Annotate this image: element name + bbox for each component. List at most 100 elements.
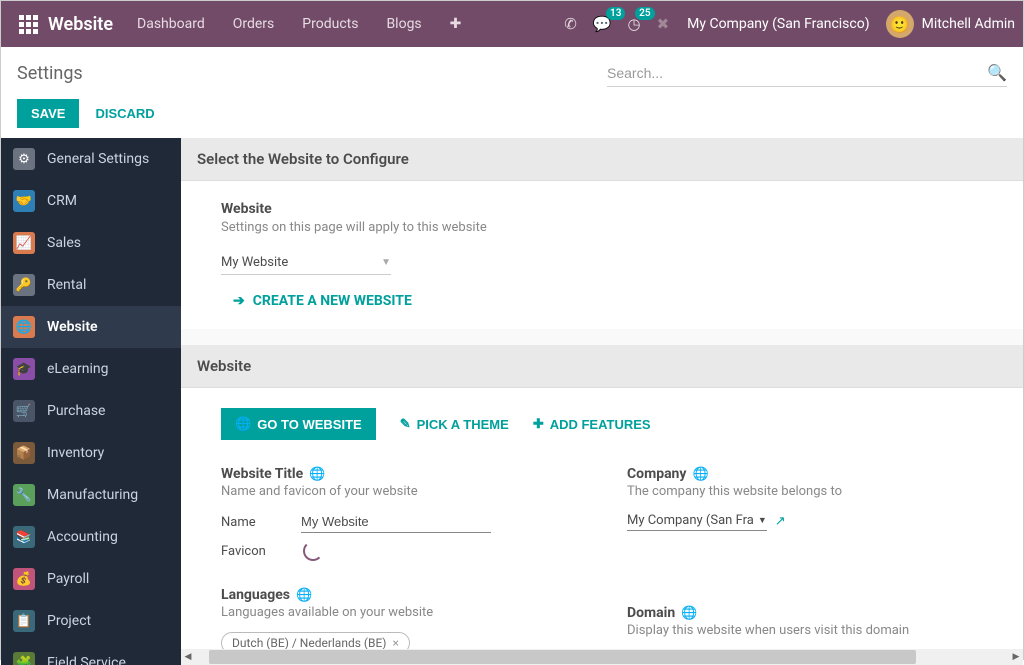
clipboard-icon: 📋 (13, 610, 35, 632)
sidebar-item-rental[interactable]: 🔑Rental (1, 264, 181, 306)
money-icon: 💰 (13, 568, 35, 590)
chevron-down-icon: ▼ (758, 515, 767, 526)
book-icon: 📚 (13, 526, 35, 548)
arrow-right-icon: ➔ (233, 293, 245, 309)
cart-icon: 🛒 (13, 400, 35, 422)
pick-theme-button[interactable]: ✎PICK A THEME (400, 416, 509, 432)
remove-icon[interactable]: × (392, 636, 398, 650)
header-row: Settings 🔍 (1, 47, 1023, 99)
website-select[interactable]: My Website ▼ (221, 251, 391, 275)
sidebar-item-inventory[interactable]: 📦Inventory (1, 432, 181, 474)
section-select-body: Website Settings on this page will apply… (181, 181, 1023, 329)
main: ⚙General Settings 🤝CRM 📈Sales 🔑Rental 🌐W… (1, 138, 1023, 665)
section-website-head: Website (181, 345, 1023, 388)
sidebar[interactable]: ⚙ General Settings 🤝CRM 📈Sales 🔑Rental 🌐W… (1, 138, 181, 665)
favicon-preview[interactable] (303, 541, 323, 561)
name-input[interactable] (301, 511, 491, 533)
nav-products[interactable]: Products (302, 16, 358, 32)
scroll-thumb[interactable] (209, 650, 916, 664)
messaging-icon[interactable]: 💬13 (593, 15, 612, 33)
domain-desc: Display this website when users visit th… (627, 623, 983, 638)
sidebar-item-elearning[interactable]: 🎓 eLearning (1, 348, 181, 390)
user-menu[interactable]: 🙂 Mitchell Admin (886, 10, 1015, 38)
add-features-button[interactable]: ✚ ADD FEATURES (533, 416, 651, 432)
tag-label: Dutch (BE) / Nederlands (BE) (232, 636, 386, 650)
search-icon[interactable]: 🔍 (987, 63, 1007, 82)
sidebar-item-fieldservice[interactable]: 🧩 Field Service (1, 642, 181, 665)
sidebar-item-accounting[interactable]: 📚Accounting (1, 516, 181, 558)
website-field-title: Website (221, 201, 983, 217)
website-title-desc: Name and favicon of your website (221, 484, 577, 499)
puzzle-icon: 🧩 (13, 652, 35, 665)
top-nav: Website Dashboard Orders Products Blogs … (1, 1, 1023, 47)
sidebar-item-website[interactable]: 🌐Website (1, 306, 181, 348)
nav-dashboard[interactable]: Dashboard (137, 16, 205, 32)
add-features-label: ADD FEATURES (550, 417, 651, 432)
nav-icons: ✆ 💬13 ◷25 ✖ (564, 15, 669, 33)
save-button[interactable]: SAVE (17, 99, 79, 128)
company-selector[interactable]: My Company (San Francisco) (687, 16, 869, 32)
sidebar-item-manufacturing[interactable]: 🔧Manufacturing (1, 474, 181, 516)
messaging-badge: 13 (606, 7, 625, 20)
side-label: Field Service (47, 655, 126, 665)
side-label: eLearning (47, 361, 108, 377)
globe-icon: 🌐 (309, 467, 325, 482)
discard-button[interactable]: DISCARD (95, 106, 154, 121)
create-website-label: CREATE A NEW WEBSITE (253, 293, 412, 309)
languages-heading: Languages🌐 (221, 587, 577, 603)
domain-heading: Domain🌐 (627, 605, 983, 621)
nav-links: Dashboard Orders Products Blogs ✚ (137, 16, 461, 32)
sidebar-item-general[interactable]: ⚙ General Settings (1, 138, 181, 180)
search-input[interactable] (607, 65, 987, 81)
sidebar-item-payroll[interactable]: 💰 Payroll (1, 558, 181, 600)
external-link-icon[interactable]: ↗ (775, 514, 786, 529)
phone-icon[interactable]: ✆ (564, 15, 577, 33)
side-label: General Settings (47, 151, 149, 167)
name-label: Name (221, 515, 301, 530)
favicon-row: Favicon (221, 541, 577, 561)
page-title: Settings (17, 63, 83, 84)
activities-badge: 25 (635, 7, 654, 20)
apps-icon[interactable] (19, 15, 38, 34)
scroll-left-icon[interactable]: ◀ (181, 652, 195, 662)
create-website-link[interactable]: ➔ CREATE A NEW WEBSITE (233, 293, 983, 309)
plus-icon[interactable]: ✚ (450, 16, 462, 32)
sidebar-item-purchase[interactable]: 🛒 Purchase (1, 390, 181, 432)
website-title-heading: Website Title🌐 (221, 466, 577, 482)
globe-icon: 🌐 (692, 467, 708, 482)
sidebar-item-crm[interactable]: 🤝CRM (1, 180, 181, 222)
side-label: CRM (47, 193, 77, 209)
languages-desc: Languages available on your website (221, 605, 577, 620)
chart-icon: 📈 (13, 232, 35, 254)
nav-orders[interactable]: Orders (233, 16, 275, 32)
sidebar-item-sales[interactable]: 📈Sales (1, 222, 181, 264)
horizontal-scrollbar[interactable]: ◀ ▶ (181, 649, 1023, 665)
side-label: Payroll (47, 571, 89, 587)
globe-icon: 🌐 (681, 606, 697, 621)
content-area[interactable]: Select the Website to Configure Website … (181, 138, 1023, 665)
activities-icon[interactable]: ◷25 (627, 15, 640, 33)
company-select[interactable]: My Company (San Fra▼ (627, 511, 767, 531)
website-select-value: My Website (221, 255, 288, 270)
brand-title[interactable]: Website (48, 14, 113, 35)
gear-icon: ⚙ (13, 148, 35, 170)
side-label: Project (47, 613, 91, 629)
website-field-desc: Settings on this page will apply to this… (221, 220, 983, 235)
left-column: Website Title🌐 Name and favicon of your … (221, 466, 577, 665)
sidebar-item-project[interactable]: 📋 Project (1, 600, 181, 642)
section-website-body: 🌐GO TO WEBSITE ✎PICK A THEME ✚ ADD FEATUR… (181, 388, 1023, 665)
side-label: Purchase (47, 403, 105, 419)
nav-blogs[interactable]: Blogs (386, 16, 421, 32)
globe-icon: 🌐 (296, 588, 312, 603)
go-to-website-button[interactable]: 🌐GO TO WEBSITE (221, 408, 376, 440)
scroll-right-icon[interactable]: ▶ (1009, 652, 1023, 662)
globe-icon: 🌐 (235, 416, 251, 432)
plus-icon: ✚ (533, 416, 544, 432)
cap-icon: 🎓 (13, 358, 35, 380)
side-label: Website (47, 319, 98, 335)
paint-icon: ✎ (400, 416, 411, 432)
company-desc: The company this website belongs to (627, 484, 983, 499)
scroll-track[interactable] (209, 650, 995, 664)
favicon-label: Favicon (221, 544, 301, 559)
debug-icon[interactable]: ✖ (657, 15, 670, 33)
